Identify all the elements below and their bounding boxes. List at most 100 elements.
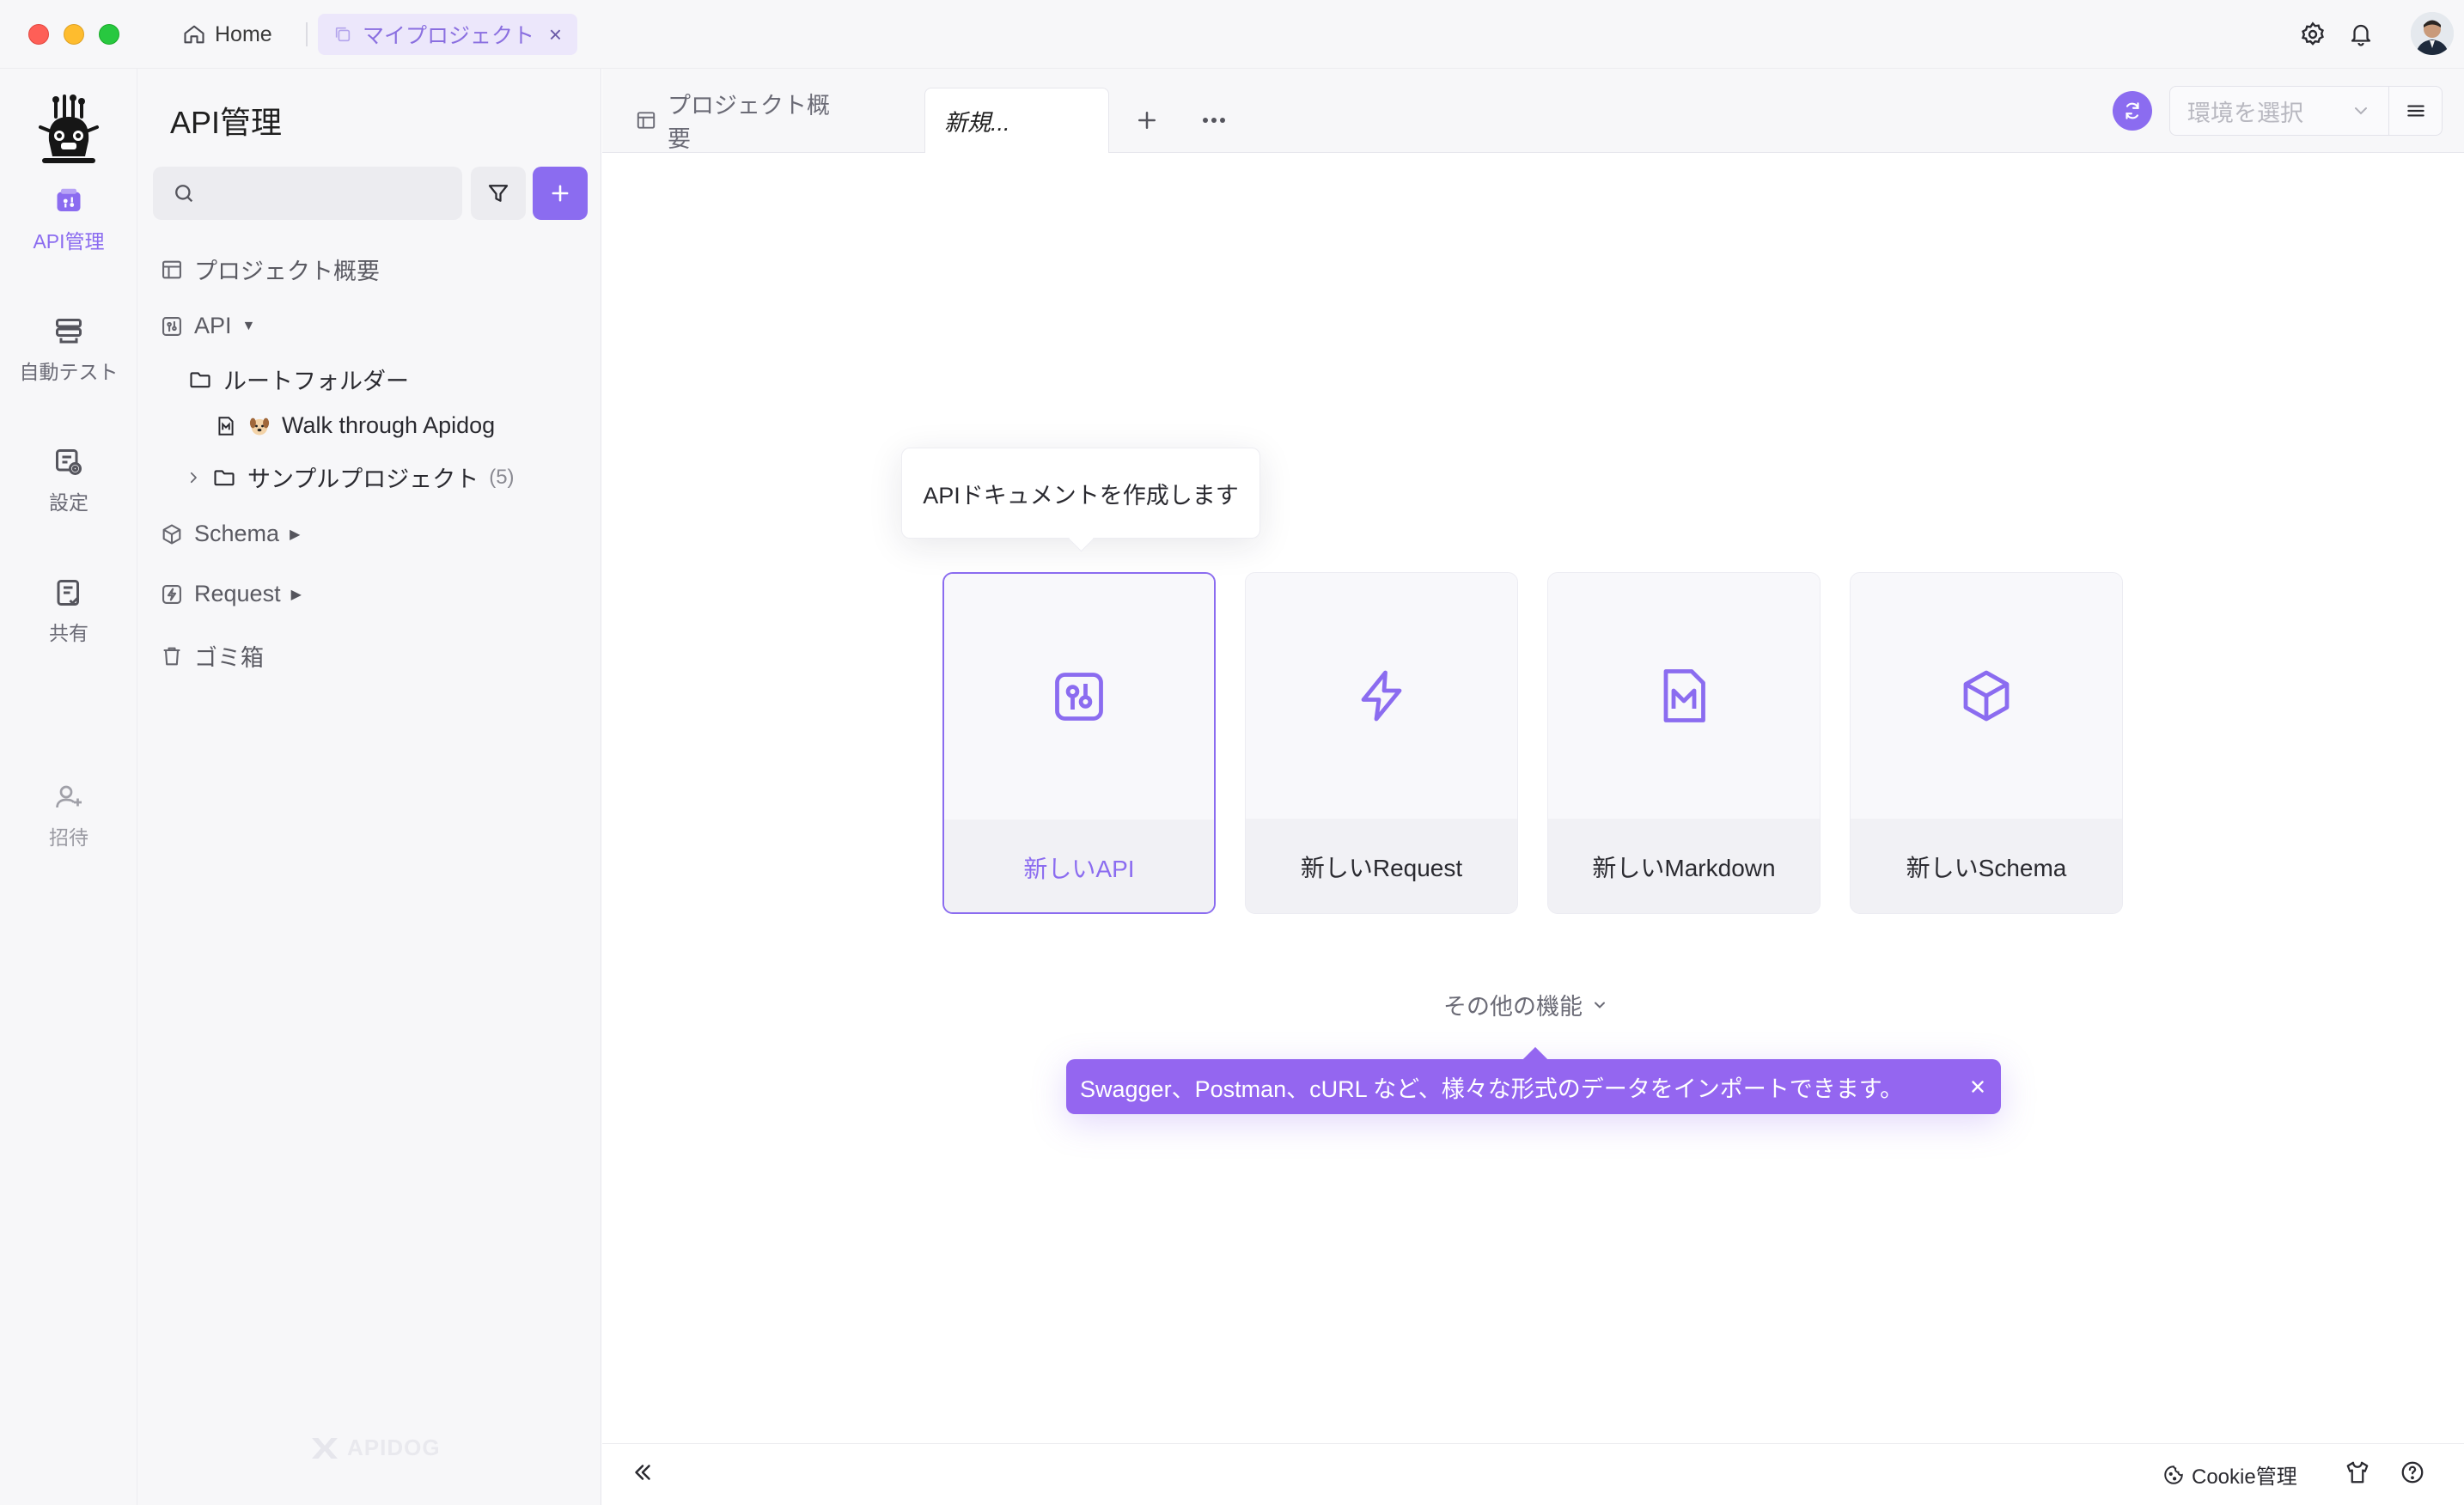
tree-item-walk-through-label: Walk through Apidog [282, 412, 496, 438]
copy-icon [333, 25, 352, 44]
tree-item-schema-label: Schema [194, 521, 280, 546]
rail-item-invite-label: 招待 [49, 826, 88, 849]
invite-icon [53, 782, 84, 813]
project-tab[interactable]: マイプロジェクト × [318, 14, 577, 55]
tree-item-overview[interactable]: プロジェクト概要 [160, 253, 380, 286]
layout-icon [160, 258, 184, 282]
tab-new[interactable]: 新規... [924, 88, 1109, 153]
rail-item-api[interactable]: API管理 [0, 186, 137, 254]
environment-select[interactable]: 環境を選択 [2169, 86, 2389, 136]
layout-icon [635, 109, 657, 131]
tab-project-overview-label: プロジェクト概要 [668, 93, 830, 152]
user-avatar[interactable] [2411, 12, 2454, 55]
tab-more-button[interactable] [1195, 88, 1233, 153]
api-doc-icon [160, 314, 184, 338]
cookie-management-label: Cookie管理 [2192, 1465, 2297, 1489]
settings-icon [53, 447, 84, 478]
api-sidebar: API管理 プロジェクト概要 API ▼ ルートフォルダー Walk throu… [137, 69, 601, 1505]
markdown-file-icon [215, 414, 237, 438]
titlebar-divider [306, 22, 308, 46]
chevron-down-icon [1591, 996, 1608, 1014]
filter-button[interactable] [471, 167, 526, 220]
more-horizontal-icon [1201, 116, 1227, 125]
bell-icon[interactable] [2344, 17, 2378, 52]
more-features-toggle[interactable]: その他の機能 [1443, 988, 1608, 1021]
tree-item-root-folder[interactable]: ルートフォルダー [187, 363, 409, 396]
help-icon[interactable] [2400, 1459, 2425, 1485]
auto-test-icon [53, 316, 84, 347]
more-features-label: その他の機能 [1443, 994, 1583, 1020]
window-zoom-button[interactable] [99, 24, 119, 45]
add-tab-button[interactable] [1128, 88, 1166, 153]
home-icon [182, 22, 206, 46]
create-api-tooltip: APIドキュメントを作成します [901, 448, 1260, 539]
rail-item-api-label: API管理 [33, 230, 105, 253]
watermark-label: APIDOG [347, 1435, 441, 1460]
folder-icon [211, 466, 237, 490]
lightning-icon [1351, 665, 1412, 727]
rail-item-auto-test-label: 自動テスト [19, 361, 119, 383]
chevron-down-icon [2351, 101, 2371, 121]
item-count-badge: (5) [489, 465, 515, 489]
new-markdown-card[interactable]: 新しいMarkdown [1547, 572, 1821, 914]
dog-emoji-icon [247, 414, 271, 438]
trash-icon [160, 644, 184, 668]
tree-item-walk-through[interactable]: Walk through Apidog [215, 412, 495, 439]
caret-right-icon[interactable]: ▶ [290, 526, 300, 543]
new-markdown-label: 新しいMarkdown [1548, 819, 1820, 913]
project-tab-close-icon[interactable]: × [549, 21, 562, 48]
request-lightning-icon [160, 582, 184, 606]
tab-project-overview[interactable]: プロジェクト概要 [635, 88, 841, 153]
tab-new-label: 新規... [944, 110, 1010, 136]
new-api-label: 新しいAPI [944, 820, 1214, 912]
environment-select-label: 環境を選択 [2187, 100, 2303, 126]
rail-item-settings-label: 設定 [49, 491, 88, 514]
rail-item-share[interactable]: 共有 [0, 577, 137, 646]
plus-icon [548, 181, 572, 205]
tree-item-sample-project-label: サンプルプロジェクト [247, 466, 479, 492]
cube-icon [1955, 665, 2017, 727]
cookie-management-button[interactable]: Cookie管理 [2162, 1459, 2297, 1490]
add-button[interactable] [533, 167, 588, 220]
tree-item-trash[interactable]: ゴミ箱 [160, 639, 264, 673]
plus-icon [1134, 107, 1160, 133]
tree-item-api[interactable]: API ▼ [160, 313, 255, 339]
window-close-button[interactable] [28, 24, 49, 45]
collapse-sidebar-button[interactable] [630, 1459, 656, 1485]
tree-item-sample-project[interactable]: サンプルプロジェクト (5) [186, 460, 515, 494]
rail-item-share-label: 共有 [49, 622, 88, 644]
rail-item-invite[interactable]: 招待 [0, 782, 137, 850]
new-request-card[interactable]: 新しいRequest [1245, 572, 1518, 914]
sync-button[interactable] [2113, 91, 2152, 131]
tree-item-request-label: Request [194, 581, 281, 606]
search-input[interactable] [206, 181, 447, 205]
import-hint-banner: Swagger、Postman、cURL など、様々な形式のデータをインポートで… [1066, 1059, 2001, 1114]
new-request-label: 新しいRequest [1246, 819, 1517, 913]
new-schema-card[interactable]: 新しいSchema [1850, 572, 2123, 914]
title-bar: Home マイプロジェクト × [0, 0, 2464, 69]
home-tab-label: Home [215, 21, 272, 46]
home-tab[interactable]: Home [182, 15, 272, 53]
double-chevron-left-icon [630, 1459, 656, 1485]
close-icon[interactable] [1968, 1077, 1987, 1096]
search-box[interactable] [153, 167, 462, 220]
filter-icon [485, 180, 511, 206]
folder-icon [187, 368, 213, 392]
caret-right-icon[interactable]: ▶ [291, 586, 302, 603]
chevron-right-icon[interactable] [186, 468, 201, 487]
shirt-icon[interactable] [2345, 1459, 2370, 1485]
search-icon [172, 181, 196, 205]
tree-item-schema[interactable]: Schema ▶ [160, 521, 300, 547]
window-minimize-button[interactable] [64, 24, 84, 45]
settings-gear-icon[interactable] [2296, 17, 2330, 52]
rail-item-settings[interactable]: 設定 [0, 447, 137, 515]
rail-item-auto-test[interactable]: 自動テスト [0, 316, 137, 385]
hamburger-menu-button[interactable] [2389, 86, 2443, 136]
nav-rail: API管理 自動テスト 設定 共有 招待 [0, 69, 137, 1505]
caret-down-icon[interactable]: ▼ [242, 319, 256, 334]
tree-item-request[interactable]: Request ▶ [160, 581, 302, 607]
project-tab-label: マイプロジェクト [363, 24, 535, 48]
api-doc-icon [53, 186, 84, 216]
tree-item-api-label: API [194, 313, 232, 338]
new-api-card[interactable]: 新しいAPI [942, 572, 1216, 914]
